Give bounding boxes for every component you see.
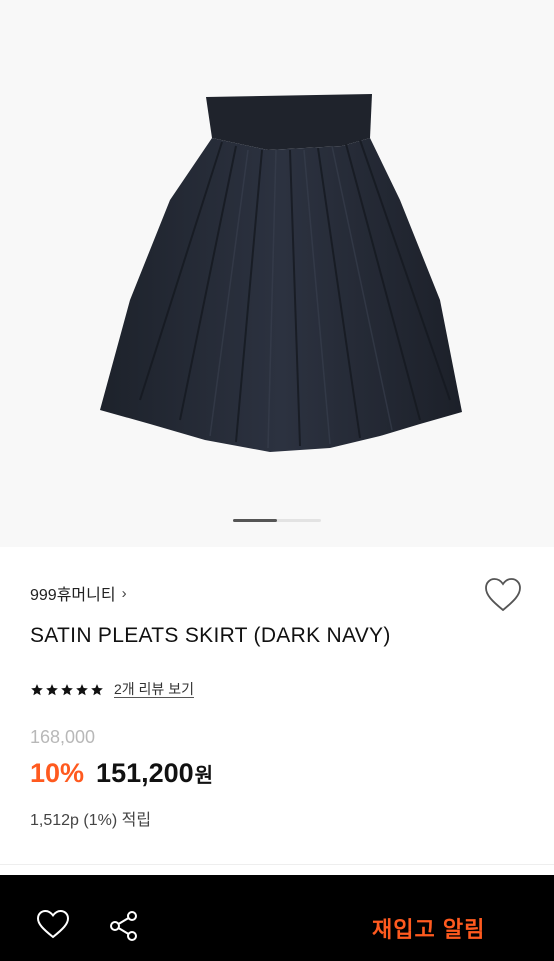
price-row: 10% 151,200 원: [30, 758, 213, 789]
reward-points: 1,512p (1%) 적립: [30, 812, 152, 829]
gallery-pager: [233, 519, 321, 522]
bottom-action-bar: 재입고 알림: [0, 875, 554, 961]
star-rating: [30, 683, 104, 697]
divider: [0, 864, 554, 865]
star-icon: [91, 683, 103, 695]
product-photo: [100, 94, 462, 452]
star-icon: [76, 683, 88, 695]
restock-alert-button[interactable]: 재입고 알림: [372, 912, 485, 944]
star-icon: [31, 683, 43, 695]
share-icon[interactable]: [108, 910, 140, 942]
sale-price: 151,200: [96, 758, 194, 788]
heart-outline-icon[interactable]: [484, 577, 522, 613]
review-link[interactable]: 2개 리뷰 보기: [114, 681, 194, 698]
currency-unit: 원: [194, 765, 214, 787]
star-icon: [46, 683, 58, 695]
product-title: SATIN PLEATS SKIRT (DARK NAVY): [30, 624, 391, 647]
brand-name: 999휴머니티: [30, 587, 116, 604]
rating-row: 2개 리뷰 보기: [30, 681, 194, 698]
gallery-pager-active: [233, 519, 277, 522]
brand-link[interactable]: 999휴머니티 ›: [30, 580, 127, 606]
chevron-right-icon: ›: [121, 584, 127, 602]
star-icon: [61, 683, 73, 695]
discount-rate: 10%: [30, 758, 85, 788]
original-price: 168,000: [30, 727, 96, 747]
product-image-gallery[interactable]: [0, 0, 554, 547]
heart-outline-icon[interactable]: [36, 909, 70, 939]
